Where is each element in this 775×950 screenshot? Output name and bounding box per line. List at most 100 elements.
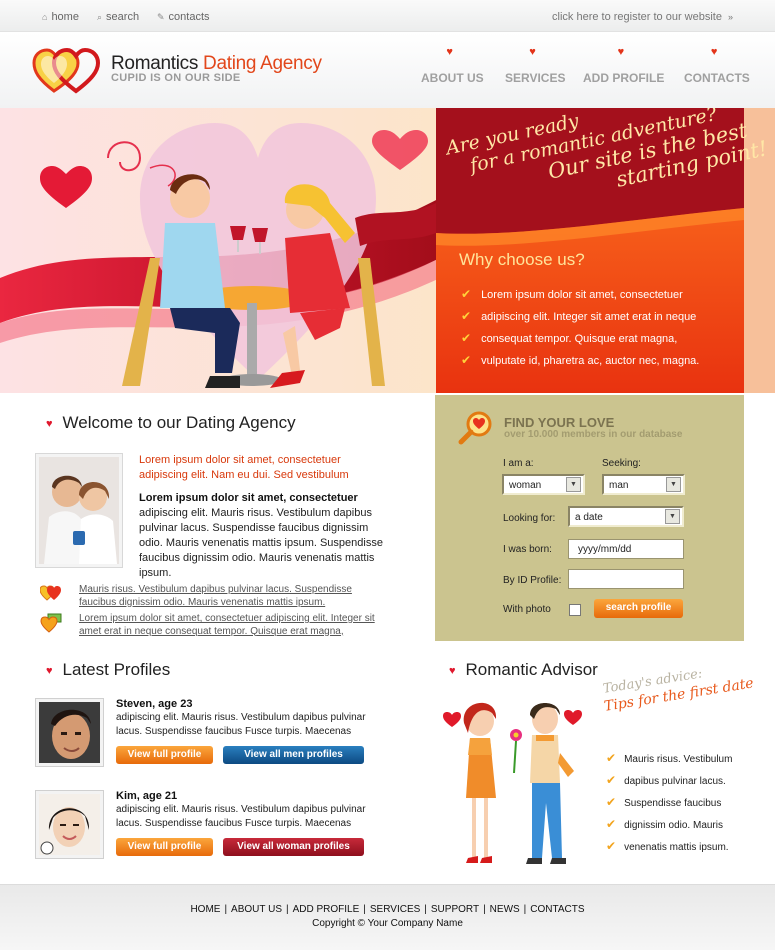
check-icon: ✔: [461, 331, 472, 345]
why-item-text: Lorem ipsum dolor sit amet, consectetuer: [481, 289, 683, 301]
top-link-label: home: [51, 11, 79, 23]
heart-icon: ♥: [449, 664, 456, 677]
looking-for-select[interactable]: a date ▼: [568, 506, 684, 527]
chevron-down-icon: ▼: [566, 477, 581, 492]
chevron-down-icon: ▼: [665, 509, 680, 524]
id-profile-label: By ID Profile:: [503, 575, 562, 586]
why-item: ✔ adipiscing elit. Integer sit amet erat …: [461, 309, 699, 331]
header: Romantics Dating Agency CUPID IS ON OUR …: [0, 33, 775, 108]
born-date-input[interactable]: yyyy/mm/dd: [568, 539, 684, 559]
with-photo-label: With photo: [503, 604, 551, 615]
check-icon: ✔: [461, 353, 472, 367]
view-all-men-profiles-button[interactable]: View all men profiles: [223, 746, 364, 764]
advisor-item-text: Mauris risus. Vestibulum: [624, 754, 733, 765]
nav-label: ABOUT US: [421, 71, 484, 85]
separator: |: [424, 904, 427, 915]
top-link-contacts[interactable]: ✎ contacts: [157, 11, 210, 23]
footer-link-add-profile[interactable]: ADD PROFILE: [293, 904, 360, 915]
why-item: ✔ vulputate id, pharetra ac, auctor nec, …: [461, 353, 699, 375]
id-profile-input[interactable]: [568, 569, 684, 589]
page: { "topbar": { "links": [ {"label": "home…: [0, 0, 775, 950]
footer-link-contacts[interactable]: CONTACTS: [530, 904, 584, 915]
profile-photo-steven[interactable]: [35, 698, 104, 767]
footer-link-about-us[interactable]: ABOUT US: [231, 904, 282, 915]
top-bar: ⌂ home ⌕ search ✎ contacts click here to re…: [0, 0, 775, 32]
double-chevron-right-icon: »: [727, 12, 733, 22]
nav-about-us[interactable]: ♥ ABOUT US: [421, 46, 484, 85]
footer-link-services[interactable]: SERVICES: [370, 904, 420, 915]
separator: |: [224, 904, 228, 915]
footer: HOME | ABOUT US | ADD PROFILE | SERVICES | SUPPO…: [0, 884, 775, 950]
register-link[interactable]: click here to register to our website »: [552, 11, 733, 23]
heart-icon: ♥: [529, 46, 536, 58]
view-full-profile-button[interactable]: View full profile: [116, 746, 213, 764]
born-label: I was born:: [503, 544, 552, 555]
separator: |: [483, 904, 486, 915]
heart-icon: ♥: [46, 664, 53, 677]
footer-link-home[interactable]: HOME: [190, 904, 220, 915]
check-icon: ✔: [461, 309, 472, 323]
footer-link-news[interactable]: NEWS: [490, 904, 520, 915]
pencil-icon: ✎: [157, 12, 165, 22]
profile-text: adipiscing elit. Mauris risus. Vestibulu…: [116, 804, 366, 829]
why-item-text: consequat tempor. Quisque erat magna,: [481, 333, 678, 345]
search-profile-button[interactable]: search profile: [594, 599, 683, 618]
hearts-icon: [39, 585, 62, 606]
home-icon: ⌂: [42, 12, 48, 22]
top-link-label: contacts: [168, 11, 210, 23]
i-am-label: I am a:: [503, 458, 534, 469]
top-link-label: search: [106, 11, 140, 23]
why-item: ✔ Lorem ipsum dolor sit amet, consectetue…: [461, 287, 699, 309]
i-am-select[interactable]: woman ▼: [502, 474, 585, 495]
couple-image: [39, 457, 119, 564]
advisor-list: ✔ Mauris risus. Vestibulum ✔ dapibus pulvi…: [606, 751, 732, 861]
heart-icon: [40, 166, 92, 208]
check-icon: ✔: [606, 817, 617, 831]
woman-portrait: [39, 794, 100, 855]
cartoon-couple-illustration: [443, 702, 582, 864]
advisor-item-text: dapibus pulvinar lacus.: [624, 776, 726, 787]
latest-profiles-title: ♥ Latest Profiles: [46, 660, 170, 680]
advisor-item-text: dignissim odio. Mauris: [624, 820, 723, 831]
top-link-search[interactable]: ⌕ search: [97, 11, 139, 23]
looking-for-value: a date: [575, 512, 603, 523]
nav-label: ADD PROFILE: [583, 71, 665, 85]
nav-label: SERVICES: [505, 71, 566, 85]
seeking-select[interactable]: man ▼: [602, 474, 685, 495]
heart-money-icon: [40, 613, 62, 638]
register-label: click here to register to our website: [552, 11, 722, 23]
nav-services[interactable]: ♥ SERVICES: [505, 46, 566, 85]
nav-contacts[interactable]: ♥ CONTACTS: [684, 46, 750, 85]
profile-name: Kim, age 21: [116, 790, 178, 802]
logo-hearts-icon: [32, 47, 101, 94]
heart-icon: ♥: [710, 46, 718, 58]
why-choose-title: Why choose us?: [459, 250, 585, 269]
advisor-item: ✔ Suspendisse faucibus: [606, 795, 732, 817]
heart-icon: [443, 712, 461, 727]
view-full-profile-button[interactable]: View full profile: [116, 838, 213, 856]
seeking-value: man: [609, 480, 629, 491]
welcome-title: ♥ Welcome to our Dating Agency: [46, 413, 296, 433]
heart-icon: ♥: [617, 46, 625, 58]
nav-label: CONTACTS: [684, 71, 750, 85]
welcome-link[interactable]: Lorem ipsum dolor sit amet, consectetuer…: [79, 613, 384, 638]
welcome-link[interactable]: Mauris risus. Vestibulum dapibus pulvina…: [79, 584, 384, 609]
footer-nav: HOME | ABOUT US | ADD PROFILE | SERVICES | SUPPO…: [0, 904, 775, 915]
advisor-item: ✔ dapibus pulvinar lacus.: [606, 773, 732, 795]
copyright: Copyright © Your Company Name: [312, 918, 463, 929]
advisor-item-text: venenatis mattis ipsum.: [624, 842, 729, 853]
top-link-home[interactable]: ⌂ home: [42, 11, 79, 23]
advisor-item-text: Suspendisse faucibus: [624, 798, 722, 809]
latest-profiles-title-text: Latest Profiles: [62, 660, 171, 679]
separator: |: [285, 904, 289, 915]
profile-photo-kim[interactable]: [35, 790, 104, 859]
nav-add-profile[interactable]: ♥ ADD PROFILE: [583, 46, 665, 85]
view-all-woman-profiles-button[interactable]: View all woman profiles: [223, 838, 364, 856]
footer-link-support[interactable]: SUPPORT: [431, 904, 479, 915]
brand-part1: Romantics: [111, 53, 199, 74]
with-photo-checkbox[interactable]: [569, 604, 581, 616]
separator: |: [363, 904, 366, 915]
why-choose-list: ✔ Lorem ipsum dolor sit amet, consectetue…: [461, 287, 699, 375]
advisor-item: ✔ Mauris risus. Vestibulum: [606, 751, 732, 773]
hero-banner: Are you ready for a romantic adventure? …: [0, 108, 775, 393]
